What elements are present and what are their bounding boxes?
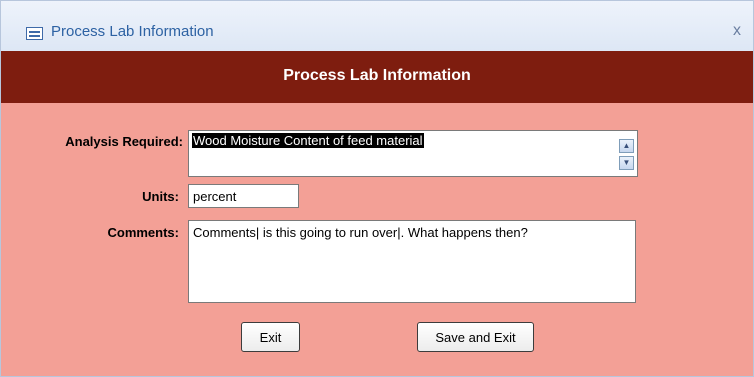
scroll-up-icon[interactable]: ▲ [619, 139, 634, 153]
units-value: percent [193, 189, 237, 204]
window-title: Process Lab Information [51, 23, 214, 40]
title-bar: Process Lab Information x [1, 1, 753, 52]
comments-field[interactable]: Comments| is this going to run over|. Wh… [188, 220, 636, 303]
analysis-field[interactable]: Wood Moisture Content of feed material ▲… [188, 130, 638, 177]
form-icon [26, 27, 43, 40]
page-title: Process Lab Information [283, 67, 471, 84]
dialog-window: Process Lab Information x Process Lab In… [0, 0, 754, 377]
units-label: Units: [142, 189, 179, 204]
comments-value: Comments| is this going to run over|. Wh… [193, 225, 528, 240]
comments-label: Comments: [107, 225, 179, 240]
analysis-value: Wood Moisture Content of feed material [192, 133, 424, 148]
form-header: Process Lab Information [1, 51, 753, 103]
close-icon[interactable]: x [730, 22, 744, 40]
exit-button[interactable]: Exit [241, 322, 300, 352]
units-field[interactable]: percent [188, 184, 299, 208]
scroll-down-icon[interactable]: ▼ [619, 156, 634, 170]
save-and-exit-button[interactable]: Save and Exit [417, 322, 534, 352]
analysis-label: Analysis Required: [65, 134, 183, 149]
